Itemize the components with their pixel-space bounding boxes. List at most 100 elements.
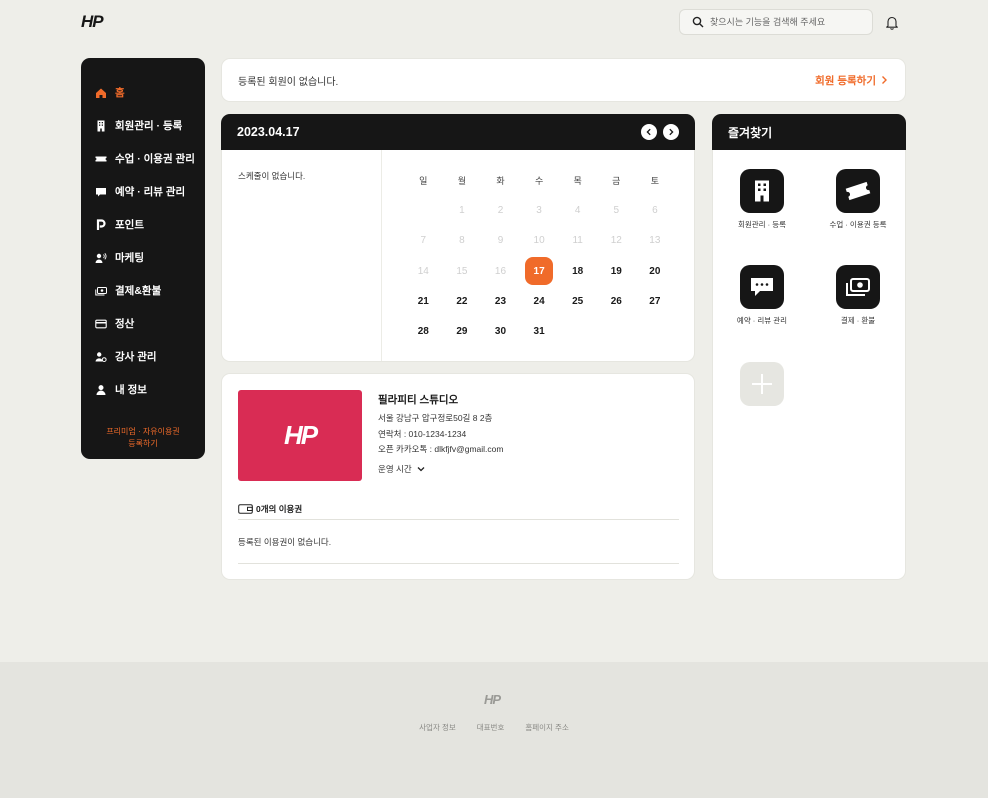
chevron-right-icon bbox=[882, 76, 887, 84]
calendar-day[interactable]: 21 bbox=[404, 286, 443, 316]
calendar-day-today[interactable]: 17 bbox=[520, 256, 559, 286]
sidebar-item-label: 수업 · 이용권 관리 bbox=[115, 153, 195, 165]
calendar-day[interactable]: 31 bbox=[520, 316, 559, 346]
calendar-day[interactable]: 1 bbox=[443, 195, 482, 225]
calendar-day[interactable]: 10 bbox=[520, 226, 559, 256]
favorites-panel: 회원관리 · 등록 수업 · 이용권 등록 예약 · 리뷰 관리 결제 · 환불 bbox=[712, 150, 906, 580]
calendar-day[interactable]: 13 bbox=[636, 226, 675, 256]
sidebar-item-my-info[interactable]: 내 정보 bbox=[81, 373, 205, 406]
money-icon bbox=[836, 265, 880, 309]
calendar-day[interactable]: 8 bbox=[443, 226, 482, 256]
sidebar-item-instructors[interactable]: 강사 관리 bbox=[81, 340, 205, 373]
search-input[interactable] bbox=[710, 17, 860, 27]
calendar-day[interactable]: 5 bbox=[597, 195, 636, 225]
operating-hours-label: 운영 시간 bbox=[378, 463, 412, 474]
sidebar-item-label: 포인트 bbox=[115, 219, 144, 231]
calendar-divider bbox=[381, 150, 382, 361]
favorite-payments[interactable]: 결제 · 환불 bbox=[813, 265, 903, 326]
sidebar-item-label: 정산 bbox=[115, 318, 135, 330]
chevron-right-icon bbox=[669, 128, 674, 136]
favorite-label: 결제 · 환불 bbox=[840, 316, 876, 325]
building-icon bbox=[95, 120, 107, 132]
calendar-day[interactable]: 25 bbox=[558, 286, 597, 316]
chat-icon bbox=[95, 186, 107, 198]
sidebar-item-label: 마케팅 bbox=[115, 252, 144, 264]
weekday-label: 화 bbox=[496, 175, 505, 186]
sidebar-item-classes[interactable]: 수업 · 이용권 관리 bbox=[81, 142, 205, 175]
calendar-day[interactable]: 14 bbox=[404, 256, 443, 286]
sidebar-item-label: 홈 bbox=[115, 87, 125, 99]
next-month-button[interactable] bbox=[663, 124, 679, 140]
favorite-label: 수업 · 이용권 등록 bbox=[829, 220, 887, 229]
sidebar-item-members[interactable]: 회원관리 · 등록 bbox=[81, 109, 205, 142]
pass-empty-text: 등록된 이용권이 없습니다. bbox=[238, 537, 332, 547]
calendar-day[interactable]: 23 bbox=[481, 286, 520, 316]
footer-link-business-info[interactable]: 사업자 정보 bbox=[419, 722, 456, 733]
wallet-icon bbox=[238, 504, 253, 514]
sidebar-item-label: 회원관리 · 등록 bbox=[115, 120, 183, 132]
footer-link-phone[interactable]: 대표번호 bbox=[477, 722, 505, 733]
calendar-day[interactable]: 27 bbox=[636, 286, 675, 316]
schedule-empty-text: 스케줄이 없습니다. bbox=[238, 171, 306, 181]
calendar-day[interactable]: 20 bbox=[636, 256, 675, 286]
calendar-body: 스케줄이 없습니다. 일 월 화 수 목 금 토 1 2 3 4 5 6 7 8 9 10 11 12 13 14 15 1… bbox=[221, 150, 695, 362]
plus-icon bbox=[752, 374, 772, 394]
sidebar-item-points[interactable]: 포인트 bbox=[81, 208, 205, 241]
calendar-day[interactable]: 3 bbox=[520, 195, 559, 225]
favorite-reservations[interactable]: 예약 · 리뷰 관리 bbox=[717, 265, 807, 326]
premium-line-2: 등록하기 bbox=[128, 439, 158, 448]
sidebar-item-home[interactable]: 홈 bbox=[81, 76, 205, 109]
sidebar-item-reservations[interactable]: 예약 · 리뷰 관리 bbox=[81, 175, 205, 208]
calendar-day[interactable]: 18 bbox=[558, 256, 597, 286]
search-icon bbox=[692, 16, 704, 28]
calendar-day[interactable]: 16 bbox=[481, 256, 520, 286]
calendar-day[interactable]: 2 bbox=[481, 195, 520, 225]
calendar-day[interactable]: 6 bbox=[636, 195, 675, 225]
calendar-day[interactable]: 19 bbox=[597, 256, 636, 286]
money-icon bbox=[95, 285, 107, 297]
calendar-day[interactable]: 7 bbox=[404, 226, 443, 256]
footer-link-homepage[interactable]: 홈페이지 주소 bbox=[525, 722, 568, 733]
pass-count-label: 0개의 이용권 bbox=[256, 504, 303, 514]
favorite-label: 예약 · 리뷰 관리 bbox=[736, 316, 788, 325]
calendar-day[interactable]: 9 bbox=[481, 226, 520, 256]
bell-icon[interactable] bbox=[885, 15, 899, 30]
sidebar-item-settlement[interactable]: 정산 bbox=[81, 307, 205, 340]
calendar-day[interactable]: 12 bbox=[597, 226, 636, 256]
point-icon bbox=[95, 218, 107, 231]
ticket-icon bbox=[836, 169, 880, 213]
notice-message: 등록된 회원이 없습니다. bbox=[238, 76, 339, 88]
sidebar-item-label: 결제&환불 bbox=[115, 285, 162, 297]
empty-cell bbox=[404, 195, 443, 225]
chat-icon bbox=[740, 265, 784, 309]
chevron-down-icon bbox=[417, 466, 425, 471]
weekday-label: 일 bbox=[419, 175, 428, 186]
card-icon bbox=[95, 318, 107, 330]
calendar-day[interactable]: 22 bbox=[443, 286, 482, 316]
premium-register-link[interactable]: 프리미엄 · 자유이용권 등록하기 bbox=[81, 426, 205, 450]
calendar-grid: 일 월 화 수 목 금 토 1 2 3 4 5 6 7 8 9 10 11 12 13 14 15 16 17 18 19 20 21… bbox=[404, 165, 674, 347]
favorite-members[interactable]: 회원관리 · 등록 bbox=[717, 169, 807, 230]
sidebar-item-marketing[interactable]: 마케팅 bbox=[81, 241, 205, 274]
add-favorite-button[interactable] bbox=[740, 362, 784, 406]
sidebar-item-label: 내 정보 bbox=[115, 384, 147, 396]
sidebar-item-label: 예약 · 리뷰 관리 bbox=[115, 186, 186, 198]
calendar-day[interactable]: 24 bbox=[520, 286, 559, 316]
search-bar[interactable] bbox=[679, 9, 873, 35]
calendar-day[interactable]: 30 bbox=[481, 316, 520, 346]
ticket-icon bbox=[95, 153, 107, 165]
calendar-day[interactable]: 29 bbox=[443, 316, 482, 346]
calendar-day[interactable]: 15 bbox=[443, 256, 482, 286]
calendar-day[interactable]: 4 bbox=[558, 195, 597, 225]
prev-month-button[interactable] bbox=[641, 124, 657, 140]
register-member-link[interactable]: 회원 등록하기 bbox=[815, 73, 889, 88]
favorite-classes[interactable]: 수업 · 이용권 등록 bbox=[813, 169, 903, 230]
calendar-day[interactable]: 26 bbox=[597, 286, 636, 316]
premium-line-1: 프리미엄 · 자유이용권 bbox=[106, 427, 180, 436]
calendar-header: 2023.04.17 bbox=[221, 114, 695, 150]
calendar-day[interactable]: 11 bbox=[558, 226, 597, 256]
operating-hours-toggle[interactable]: 운영 시간 bbox=[378, 463, 503, 475]
calendar-day[interactable]: 28 bbox=[404, 316, 443, 346]
app-logo[interactable]: HP bbox=[81, 12, 104, 32]
sidebar-item-payments[interactable]: 결제&환불 bbox=[81, 274, 205, 307]
